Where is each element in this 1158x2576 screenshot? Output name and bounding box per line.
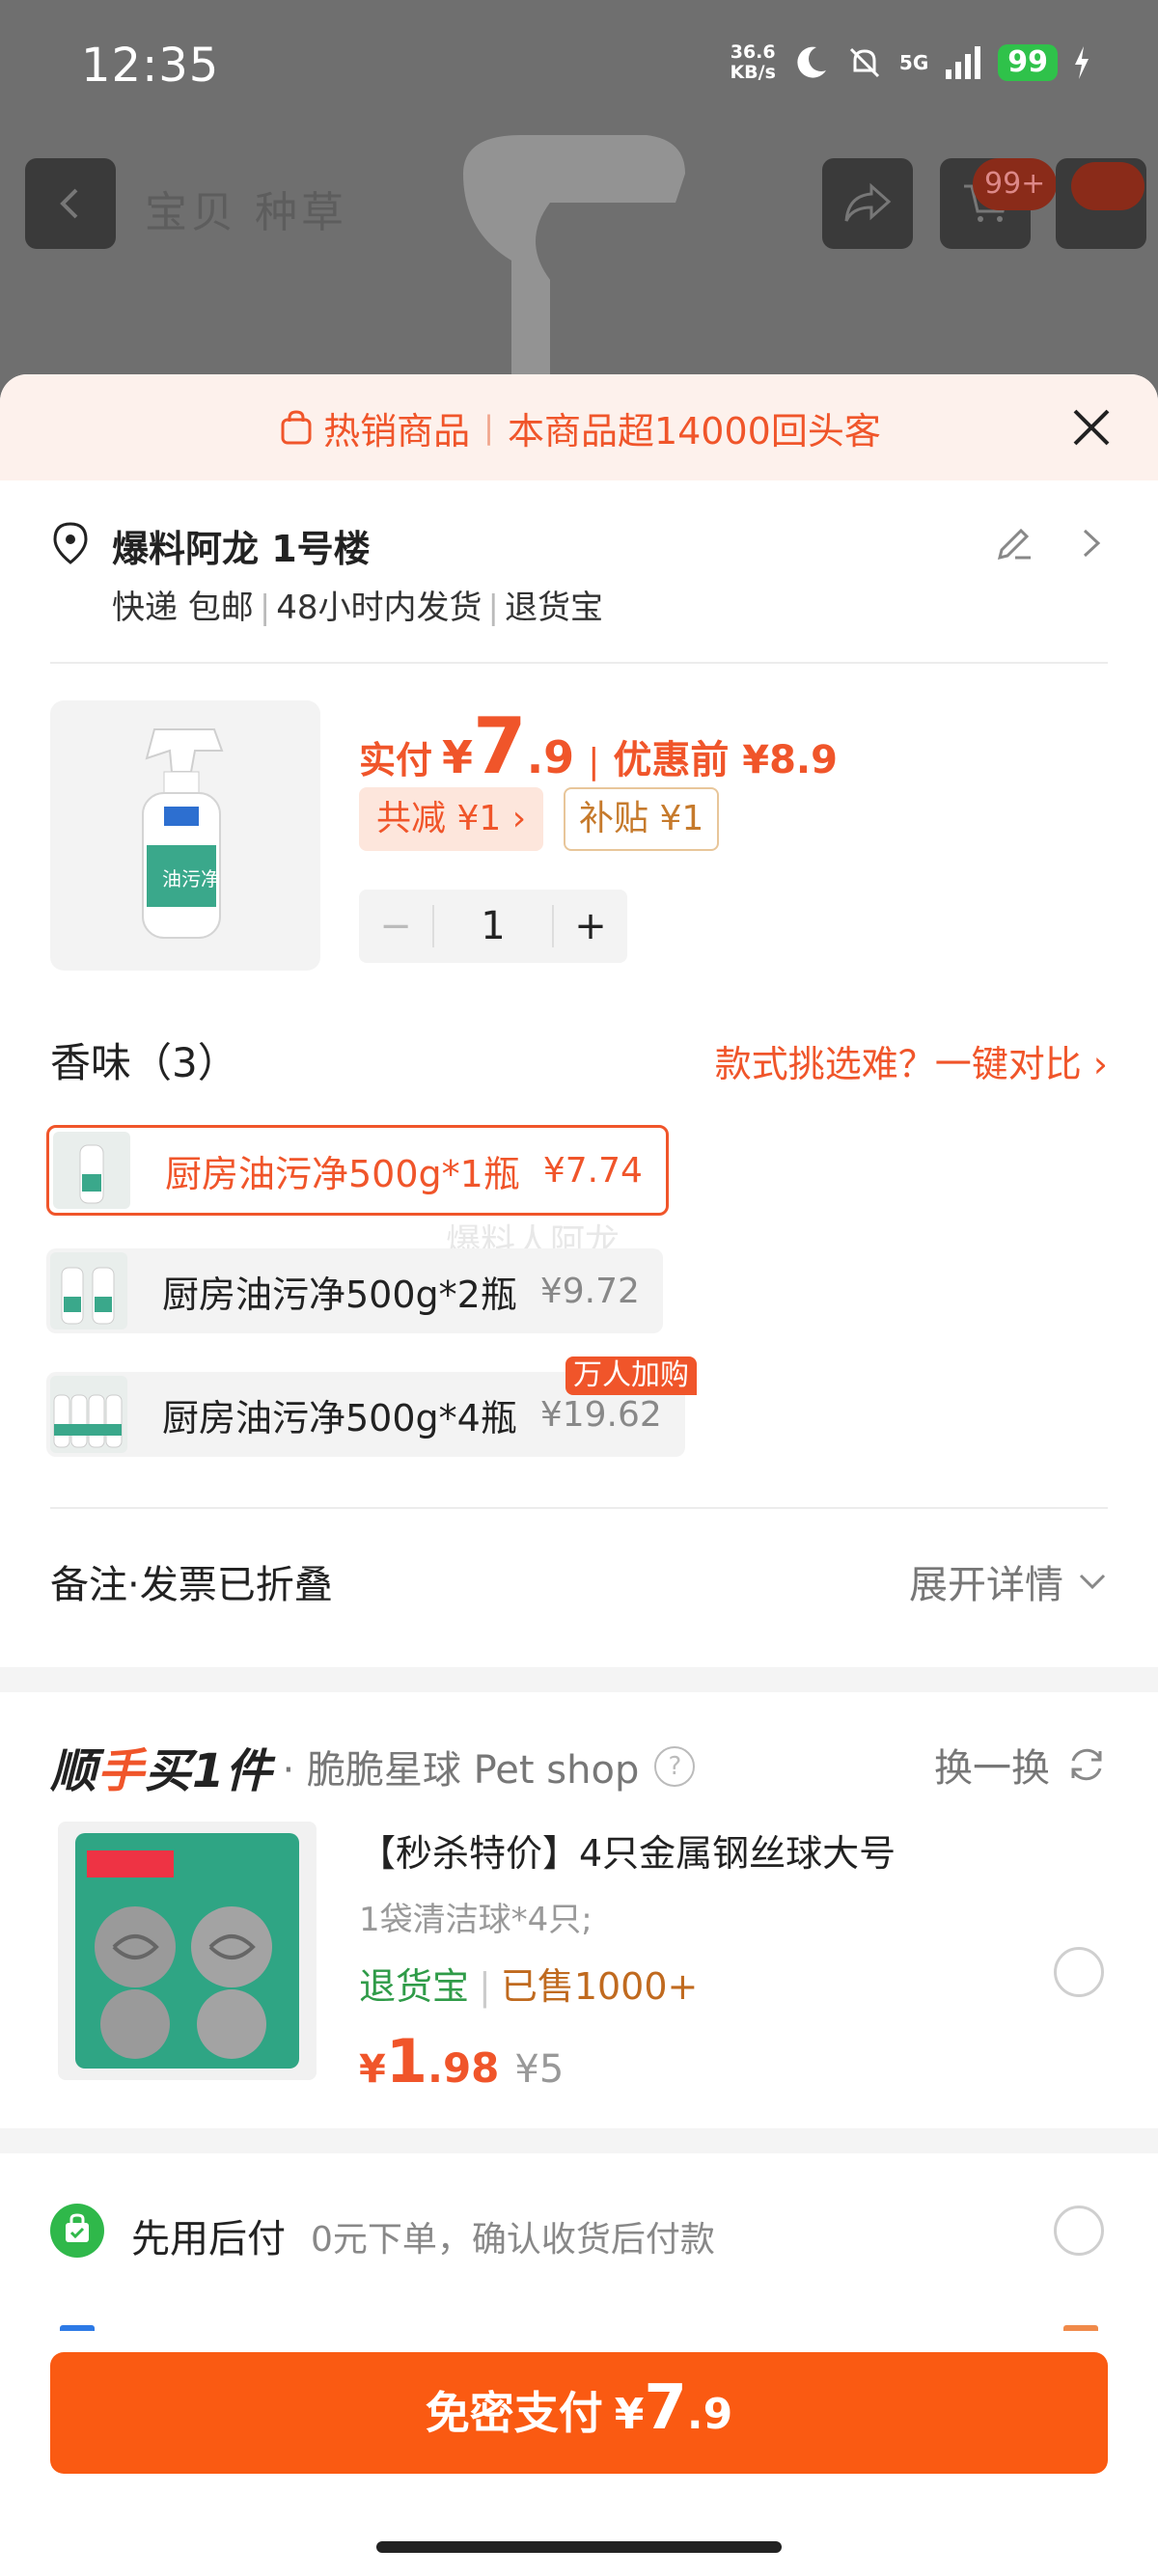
repeat-customer-banner: 热销商品 | 本商品超14000回头客 (0, 374, 1158, 480)
addon-logo: 顺手买1件 (50, 1744, 273, 1798)
mute-bell-icon (849, 47, 879, 78)
quantity-stepper: − 1 + (359, 890, 627, 963)
share-button[interactable] (822, 158, 913, 249)
variant-option-2[interactable]: 厨房油污净500g*2瓶 ¥9.72 (46, 1248, 663, 1333)
back-arrow-icon (60, 188, 78, 219)
refresh-icon (1071, 1748, 1102, 1781)
variant-option-1[interactable]: 厨房油污净500g*1瓶 ¥7.74 (46, 1125, 669, 1216)
expand-details-button[interactable]: 展开详情 (909, 1553, 1108, 1609)
status-icons: 36.6 KB/s 5G 99 (730, 42, 1090, 83)
payment-option-peek (60, 2325, 95, 2331)
original-price: 优惠前 ¥8.9 (613, 738, 838, 782)
swap-button[interactable]: 换一换 (934, 1737, 1108, 1793)
status-bar: 12:35 36.6 KB/s 5G 99 (0, 0, 1158, 145)
remark-invoice-label: 备注·发票已折叠 (50, 1563, 333, 1607)
payment-option-peek (1063, 2325, 1098, 2331)
moon-icon (797, 46, 826, 78)
divider (50, 662, 1108, 664)
product-image: 油污净 (50, 700, 320, 971)
back-button[interactable] (25, 158, 116, 249)
status-time: 12:35 (81, 39, 220, 93)
discount-tag[interactable]: 共减 ¥1 › (359, 787, 544, 851)
share-icon (844, 182, 892, 222)
message-badge (1071, 162, 1144, 210)
addon-select-radio[interactable] (1054, 1947, 1104, 1997)
cart-count-badge: 99+ (973, 158, 1058, 210)
pay-later-radio[interactable] (1054, 2206, 1104, 2256)
section-gap (0, 1667, 1158, 1692)
subsidy-tag: 补贴 ¥1 (564, 787, 720, 851)
addon-product-image (58, 1822, 317, 2080)
addon-price: ¥ 1 .98 ¥5 (359, 2026, 565, 2096)
page-tabs[interactable]: 宝贝 种草 (145, 178, 347, 239)
addon-original-price: ¥5 (514, 2047, 565, 2092)
addon-product-tags: 退货宝 | 已售1000+ (359, 1965, 699, 2008)
compare-link[interactable]: 款式挑选难？一键对比 › (715, 1034, 1108, 1087)
network-speed: 36.6 KB/s (730, 41, 776, 83)
hot-badge: 万人加购 (565, 1357, 697, 1395)
background-product-image (463, 135, 685, 405)
delivery-info: 快递 包邮 | 48小时内发货 | 退货宝 (112, 589, 604, 627)
addon-product-title[interactable]: 【秒杀特价】4只金属钢丝球大号 (359, 1823, 896, 1877)
addon-header: 顺手买1件 · 脆脆星球 Pet shop ? (50, 1733, 696, 1800)
final-price: 实付 ¥ 7 .9 | 优惠前 ¥8.9 (359, 701, 838, 791)
decrease-button[interactable]: − (359, 904, 432, 948)
increase-button[interactable]: + (554, 904, 627, 948)
chevron-right-icon (1083, 529, 1101, 558)
signal-icon (946, 46, 981, 79)
network-type: 5G (898, 51, 929, 74)
order-sheet: 热销商品 | 本商品超14000回头客 爆料阿龙 1号楼 快递 包邮 | 48小时内… (0, 374, 1158, 2576)
chevron-right-icon: › (1092, 1043, 1108, 1085)
close-icon[interactable] (1067, 403, 1116, 452)
battery-indicator: 99 (998, 44, 1058, 81)
variant-thumbnail (50, 1376, 127, 1453)
home-indicator[interactable] (376, 2541, 782, 2553)
charging-icon (1075, 46, 1089, 79)
flavor-title: 香味（3） (50, 1039, 238, 1086)
divider (50, 1507, 1108, 1509)
variant-thumbnail (53, 1132, 130, 1209)
chevron-down-icon (1079, 1574, 1106, 1590)
banner-divider: | (483, 409, 494, 446)
section-gap (0, 2128, 1158, 2153)
pay-later-desc: 0元下单，确认收货后付款 (311, 2220, 715, 2260)
pay-button[interactable]: 免密支付 ¥ 7 .9 (50, 2352, 1108, 2474)
edit-icon[interactable] (994, 523, 1034, 563)
repeat-customer-text: 本商品超14000回头客 (507, 409, 881, 452)
quantity-value[interactable]: 1 (432, 905, 554, 947)
bag-icon (281, 410, 312, 445)
shop-name: · 脆脆星球 Pet shop (282, 1748, 640, 1793)
hot-label: 热销商品 (323, 409, 471, 452)
location-pin-icon (53, 522, 88, 564)
svg-text:油污净: 油污净 (162, 867, 220, 891)
help-icon[interactable]: ? (654, 1746, 696, 1787)
pay-later-icon (50, 2204, 104, 2258)
pay-later-label: 先用后付 (131, 2217, 286, 2261)
addon-product-spec: 1袋清洁球*4只; (359, 1901, 593, 1939)
variant-thumbnail (50, 1252, 127, 1329)
receiver-name: 爆料阿龙 1号楼 (112, 528, 371, 570)
